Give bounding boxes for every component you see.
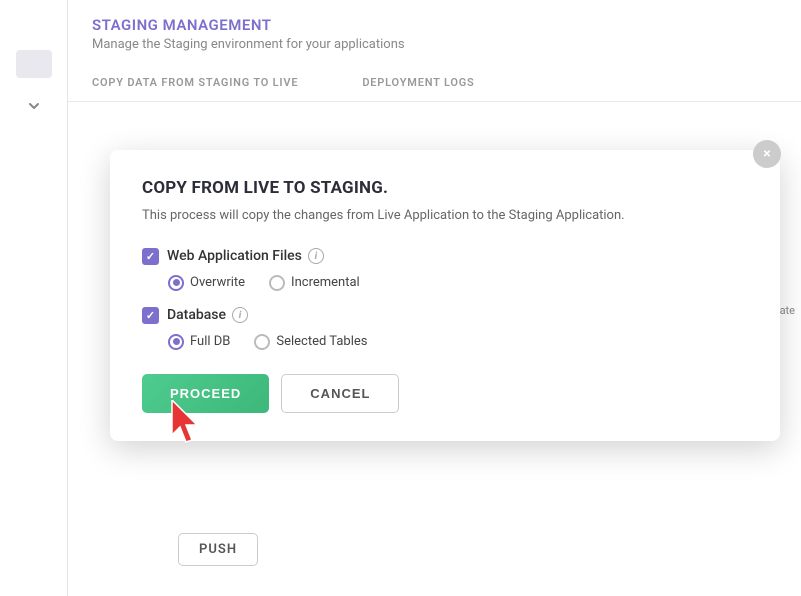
modal-close-button[interactable]: × (753, 140, 781, 168)
database-section: Database i Full DB Selected Tables (142, 307, 748, 350)
web-app-info-icon[interactable]: i (308, 248, 324, 264)
modal-description: This process will copy the changes from … (142, 206, 748, 226)
cancel-button[interactable]: CANCEL (281, 374, 399, 413)
radio-incremental[interactable]: Incremental (269, 275, 360, 291)
sidebar-nav-item-1[interactable] (16, 50, 52, 78)
web-app-radio-group: Overwrite Incremental (168, 275, 748, 291)
overwrite-radio-button[interactable] (168, 275, 184, 291)
sidebar-chevron-icon[interactable] (22, 94, 46, 118)
radio-full-db[interactable]: Full DB (168, 334, 230, 350)
button-row: PROCEED CANCEL (142, 374, 748, 413)
database-checkbox[interactable] (142, 307, 159, 324)
cursor-arrow-icon (162, 400, 222, 445)
database-label: Database i (167, 307, 248, 323)
full-db-radio-button[interactable] (168, 334, 184, 350)
tab-deployment-logs[interactable]: DEPLOYMENT LOGS (362, 66, 498, 101)
tab-copy-data[interactable]: COPY DATA FROM STAGING TO LIVE (92, 66, 322, 101)
database-checkbox-row: Database i (142, 307, 748, 324)
page-title: STAGING MANAGEMENT (92, 16, 777, 34)
web-app-files-label: Web Application Files i (167, 248, 324, 264)
radio-overwrite[interactable]: Overwrite (168, 275, 245, 291)
database-radio-group: Full DB Selected Tables (168, 334, 748, 350)
web-app-files-checkbox[interactable] (142, 248, 159, 265)
sidebar (0, 0, 68, 596)
main-header: STAGING MANAGEMENT Manage the Staging en… (68, 0, 801, 102)
tabs-row: COPY DATA FROM STAGING TO LIVE DEPLOYMEN… (92, 66, 777, 101)
modal-dialog: COPY FROM LIVE TO STAGING. This process … (110, 150, 780, 441)
radio-selected-tables[interactable]: Selected Tables (254, 334, 367, 350)
selected-tables-radio-button[interactable] (254, 334, 270, 350)
web-app-checkbox-row: Web Application Files i (142, 248, 748, 265)
push-button[interactable]: PUSH (178, 533, 258, 566)
modal-title: COPY FROM LIVE TO STAGING. (142, 178, 748, 198)
incremental-radio-button[interactable] (269, 275, 285, 291)
page-subtitle: Manage the Staging environment for your … (92, 37, 777, 52)
database-info-icon[interactable]: i (232, 307, 248, 323)
web-app-files-section: Web Application Files i Overwrite Increm… (142, 248, 748, 291)
